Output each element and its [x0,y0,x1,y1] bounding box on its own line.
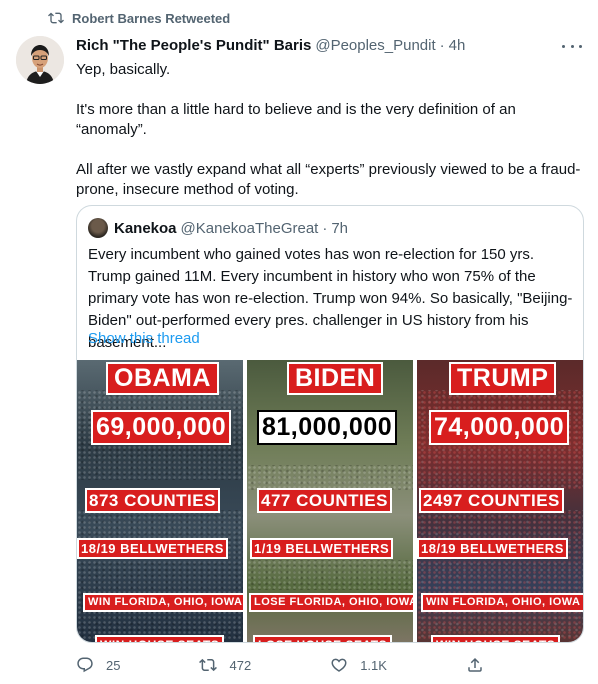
image-column-obama: OBAMA 69,000,000 873 COUNTIES 18/19 BELL… [77,360,243,642]
counties-label: 2497 COUNTIES [419,488,564,513]
like-count: 1.1K [360,657,387,673]
retweet-icon [48,12,64,24]
votes-label: 81,000,000 [257,410,398,445]
more-dot-icon [570,44,574,48]
share-button[interactable] [466,655,496,675]
quoted-tweet-card[interactable]: Kanekoa @KanekoaTheGreat · 7h Every incu… [76,205,584,643]
candidate-name-label: BIDEN [287,362,384,395]
bellwethers-label: 18/19 BELLWETHERS [417,538,568,559]
quoted-author-handle: @KanekoaTheGreat [180,219,319,237]
counties-label: 477 COUNTIES [257,488,392,513]
candidate-name-label: TRUMP [449,362,557,395]
more-options-button[interactable] [562,38,582,54]
image-column-trump: TRUMP 74,000,000 2497 COUNTIES 18/19 BEL… [417,360,583,642]
tweet-header: Rich "The People's Pundit" Baris @People… [76,37,465,54]
retweet-button[interactable]: 472 [199,655,251,675]
tweet-action-bar: 25 472 1.1K [76,655,496,675]
crowd-texture [247,465,413,490]
author-avatar[interactable] [16,36,64,84]
like-button[interactable]: 1.1K [330,655,387,675]
quoted-header-separator: · [322,219,328,237]
house-seats-label: LOSE HOUSE SEATS [253,635,393,642]
share-icon [468,657,482,672]
votes-label: 69,000,000 [91,410,232,445]
retweet-count: 472 [229,657,252,673]
votes-label: 74,000,000 [429,410,570,445]
states-label: WIN FLORIDA, OHIO, IOWA [421,593,583,612]
retweet-banner[interactable]: Robert Barnes Retweeted [48,10,230,26]
bellwethers-label: 1/19 BELLWETHERS [250,538,394,559]
author-handle[interactable]: @Peoples_Pundit [315,37,435,54]
retweet-banner-label: Robert Barnes Retweeted [72,10,231,26]
heart-icon [331,658,347,672]
reply-icon [77,657,93,673]
show-thread-link[interactable]: Show this thread [88,330,200,347]
tweet-text: Yep, basically. It's more than a little … [76,60,586,220]
quoted-timestamp: 7h [331,219,349,237]
reply-count: 25 [106,657,121,673]
house-seats-label: WIN HOUSE SEATS [95,635,225,642]
crowd-texture [247,560,413,590]
tweet-paragraph: It's more than a little hard to believe … [76,101,516,138]
candidate-name-label: OBAMA [106,362,219,395]
more-dot-icon [562,44,565,48]
crowd-texture [77,510,243,640]
image-column-biden: BIDEN 81,000,000 477 COUNTIES 1/19 BELLW… [247,360,413,642]
avatar-illustration [16,36,64,84]
counties-label: 873 COUNTIES [85,488,220,513]
states-label: WIN FLORIDA, OHIO, IOWA [83,593,243,612]
header-separator: · [439,37,445,54]
bellwethers-label: 18/19 BELLWETHERS [77,538,228,559]
house-seats-label: WIN HOUSE SEATS [431,635,561,642]
more-dot-icon [579,44,582,48]
tweet-timestamp[interactable]: 4h [449,37,466,54]
reply-button[interactable]: 25 [76,655,120,675]
crowd-texture [417,510,583,640]
author-name[interactable]: Rich "The People's Pundit" Baris [76,37,311,54]
retweet-icon [199,658,218,672]
states-label: LOSE FLORIDA, OHIO, IOWA [249,593,413,612]
tweet-paragraph: All after we vastly expand what all “exp… [76,161,581,198]
quoted-author-avatar [88,218,108,238]
quoted-author-name: Kanekoa [114,219,177,237]
quoted-tweet-image[interactable]: OBAMA 69,000,000 873 COUNTIES 18/19 BELL… [77,360,583,642]
tweet-paragraph: Yep, basically. [76,61,171,78]
quoted-tweet-header: Kanekoa @KanekoaTheGreat · 7h [88,218,348,238]
